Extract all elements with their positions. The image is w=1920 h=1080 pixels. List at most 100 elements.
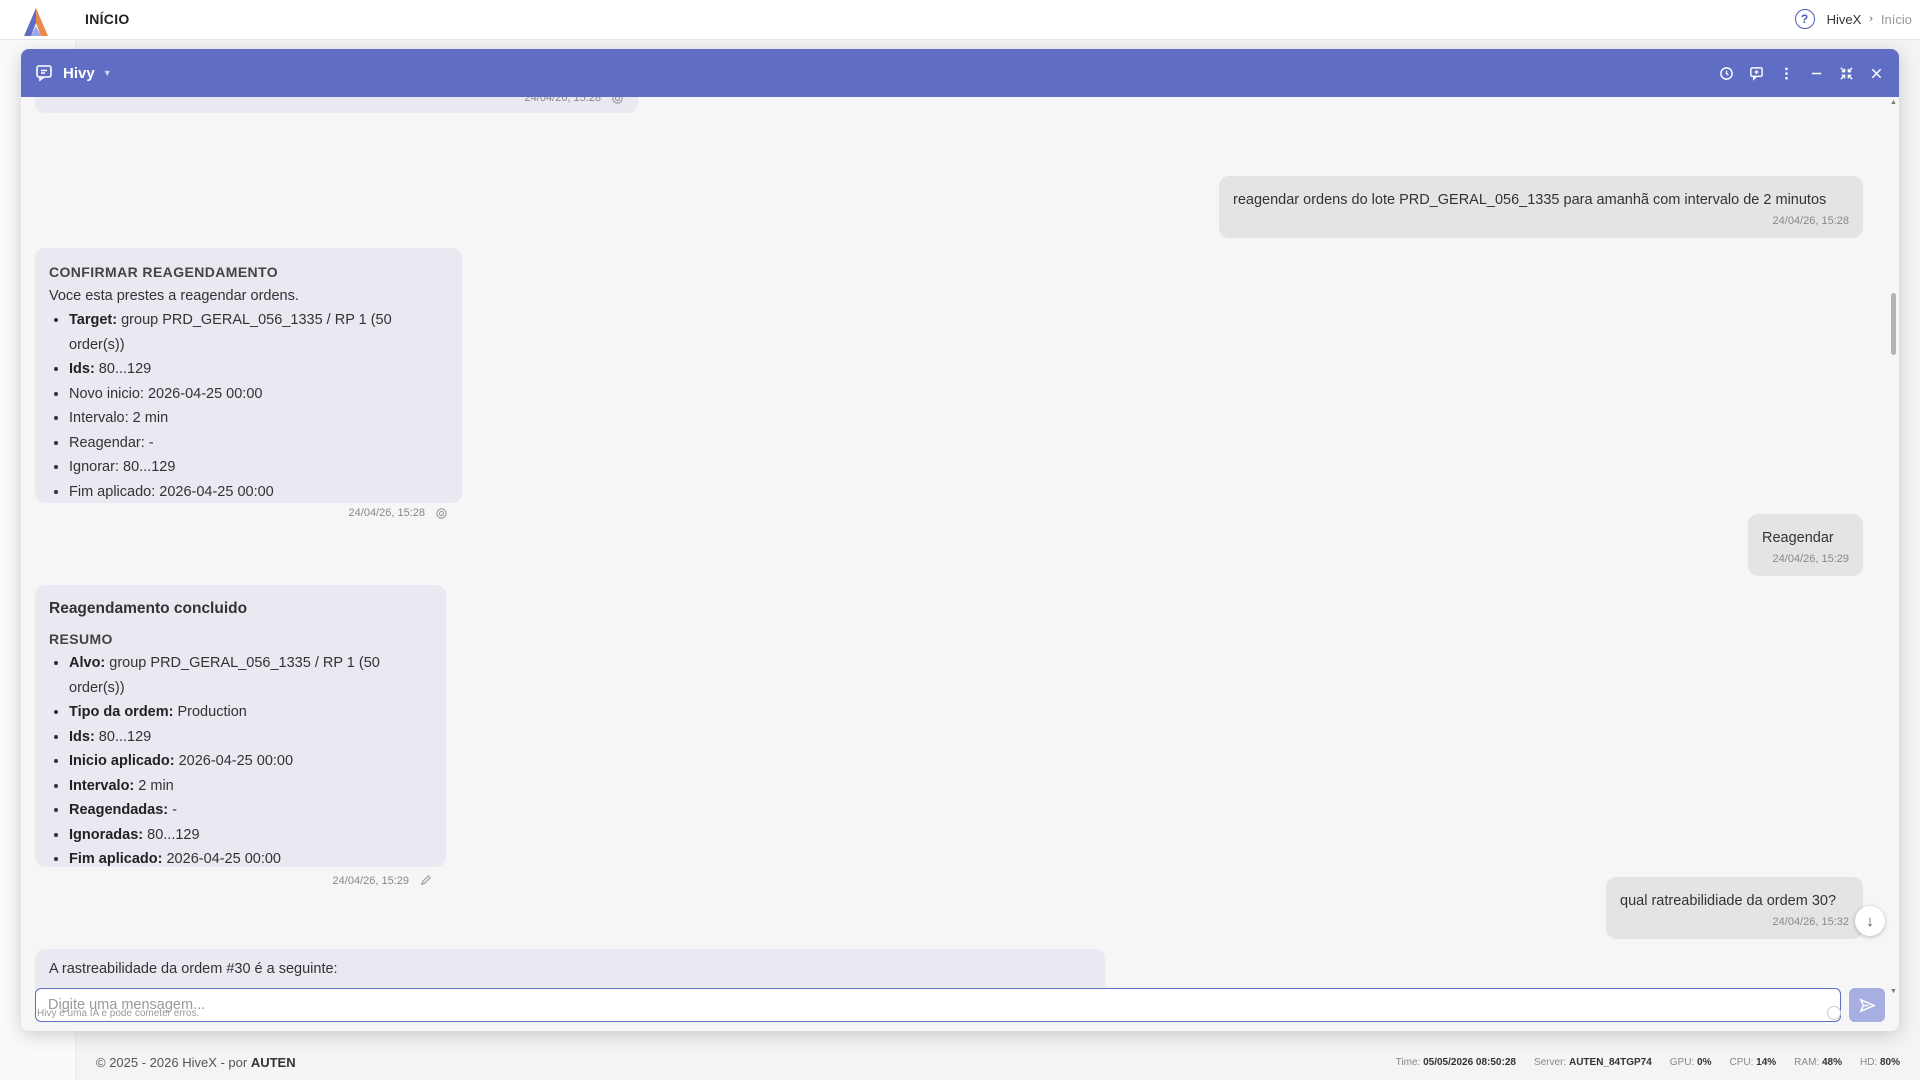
- scrollbar[interactable]: ▲ ▼: [1887, 97, 1899, 997]
- item-label: Fim aplicado:: [69, 851, 163, 867]
- message-heading: RESUMO: [49, 631, 113, 647]
- list-item: Novo inicio: 2026-04-25 00:00: [69, 382, 448, 407]
- user-message: Reagendar 24/04/26, 15:29: [1748, 514, 1863, 576]
- send-button[interactable]: [1849, 988, 1885, 1022]
- breadcrumb: ? HiveX › Início: [1794, 9, 1912, 29]
- breadcrumb-separator: ›: [1869, 13, 1873, 25]
- close-button[interactable]: [1867, 64, 1885, 82]
- scroll-down-icon[interactable]: ▼: [1890, 988, 1897, 995]
- stat-value: 0%: [1697, 1056, 1712, 1068]
- composer: [21, 988, 1899, 1031]
- confirm-list: Target: group PRD_GERAL_056_1335 / RP 1 …: [49, 308, 448, 504]
- item-label: Ignoradas:: [69, 826, 144, 843]
- new-chat-icon: [1749, 66, 1763, 81]
- edit-icon[interactable]: [419, 874, 432, 887]
- item-label: Alvo:: [69, 655, 106, 671]
- scroll-to-bottom-button[interactable]: ↓: [1855, 906, 1885, 936]
- item-value: Ignorar: 80...129: [69, 459, 176, 475]
- item-value: 2 min: [134, 777, 174, 794]
- item-value: Production: [173, 704, 247, 720]
- item-value: Reagendar: -: [69, 434, 154, 451]
- gear-icon[interactable]: [611, 97, 624, 105]
- breadcrumb-current: Início: [1880, 11, 1912, 27]
- message-heading: CONFIRMAR REAGENDAMENTO: [49, 264, 279, 280]
- help-icon[interactable]: ?: [1794, 9, 1815, 29]
- item-value: 80...129: [94, 728, 152, 745]
- item-value: 2026-04-25 00:00: [162, 851, 281, 867]
- list-item: Intervalo: 2 min: [69, 774, 432, 799]
- item-value: 2026-04-25 00:00: [174, 753, 294, 769]
- list-item: Reagendar: -: [69, 431, 448, 456]
- bot-message: 24/04/26, 15:28: [35, 97, 638, 113]
- hivex-logo[interactable]: [20, 6, 52, 38]
- history-button[interactable]: [1717, 64, 1735, 82]
- message-text: Reagendar: [1762, 530, 1834, 546]
- more-options-button[interactable]: [1777, 64, 1795, 82]
- close-icon: [1871, 68, 1881, 78]
- help-label: ?: [1800, 12, 1809, 26]
- minimize-button[interactable]: [1807, 64, 1825, 82]
- top-bar: INÍCIO ? HiveX › Início: [0, 0, 1920, 40]
- message-text: qual ratreabilidiade da ordem 30?: [1620, 893, 1837, 909]
- footer-brand: AUTEN: [250, 1054, 296, 1070]
- item-value: group PRD_GERAL_056_1335 / RP 1 (50 orde…: [69, 655, 380, 696]
- stat-value: 05/05/2026 08:50:28: [1423, 1056, 1516, 1068]
- message-list[interactable]: 24/04/26, 15:28 reagendar ordens do lote…: [21, 97, 1887, 997]
- message-time: 24/04/26, 15:28: [1233, 214, 1849, 228]
- item-value: 80...129: [94, 361, 152, 377]
- list-item: Reagendadas: -: [69, 798, 432, 823]
- collapse-button[interactable]: [1837, 64, 1855, 82]
- footer: © 2025 - 2026 HiveX - por AUTEN Time: 05…: [76, 1044, 1920, 1080]
- stat-label: CPU:: [1729, 1056, 1754, 1068]
- item-value: -: [168, 802, 177, 818]
- list-item: Alvo: group PRD_GERAL_056_1335 / RP 1 (5…: [69, 651, 432, 700]
- message-text: A rastreabilidade da ordem #30 é a segui…: [49, 961, 338, 977]
- message-time: 24/04/26, 15:28: [49, 506, 448, 520]
- item-label: Reagendadas:: [69, 802, 169, 818]
- gear-icon[interactable]: [435, 507, 448, 520]
- bot-message-result: Reagendamento concluido RESUMO Alvo: gro…: [35, 585, 446, 887]
- stat-server: Server: AUTEN_84TGP74: [1534, 1057, 1652, 1068]
- list-item: Inicio aplicado: 2026-04-25 00:00: [69, 749, 432, 774]
- stat-label: GPU:: [1669, 1056, 1695, 1068]
- item-value: group PRD_GERAL_056_1335 / RP 1 (50 orde…: [69, 312, 392, 353]
- stat-label: HD:: [1859, 1056, 1878, 1068]
- arrow-down-icon: ↓: [1866, 912, 1874, 930]
- status-indicator-icon: [1827, 1006, 1841, 1020]
- list-item: Ids: 80...129: [69, 357, 448, 382]
- footer-copyright: © 2025 - 2026 HiveX - por AUTEN: [96, 1055, 296, 1070]
- bot-message-confirm: CONFIRMAR REAGENDAMENTO Voce esta preste…: [35, 248, 462, 519]
- stat-label: RAM:: [1794, 1056, 1820, 1068]
- item-label: Target:: [69, 312, 118, 328]
- send-icon: [1858, 997, 1876, 1013]
- message-time: 24/04/26, 15:29: [49, 874, 432, 888]
- new-chat-button[interactable]: [1747, 64, 1765, 82]
- system-stats: Time: 05/05/2026 08:50:28 Server: AUTEN_…: [1396, 1057, 1900, 1068]
- chevron-down-icon[interactable]: ▼: [103, 68, 112, 78]
- more-vertical-icon: [1784, 67, 1788, 79]
- scroll-thumb[interactable]: [1891, 293, 1896, 355]
- message-title: Reagendamento concluido: [49, 600, 248, 617]
- chat-title[interactable]: Hivy: [63, 65, 95, 82]
- item-label: Intervalo:: [69, 777, 135, 794]
- list-item: Fim aplicado: 2026-04-25 00:00: [69, 847, 432, 872]
- chat-header: Hivy ▼: [21, 49, 1899, 97]
- message-text: reagendar ordens do lote PRD_GERAL_056_1…: [1233, 192, 1827, 208]
- stat-value: 80%: [1879, 1056, 1900, 1068]
- message-time: 24/04/26, 15:32: [1620, 915, 1849, 929]
- stat-cpu: CPU: 14%: [1729, 1057, 1776, 1068]
- message-intro: Voce esta prestes a reagendar ordens.: [49, 288, 299, 304]
- timestamp: 24/04/26, 15:28: [1772, 215, 1849, 227]
- ai-disclaimer: Hivy é uma IA e pode cometer erros.: [37, 1008, 200, 1019]
- message-input[interactable]: [35, 988, 1841, 1022]
- item-label: Tipo da ordem:: [69, 704, 174, 720]
- timestamp: 24/04/26, 15:28: [348, 507, 425, 519]
- scroll-up-icon[interactable]: ▲: [1890, 99, 1897, 106]
- chat-dialog: Hivy ▼ 24/04/26, 15:28 reagendar ordens …: [21, 49, 1899, 1031]
- minimize-icon: [1811, 72, 1821, 74]
- stat-ram: RAM: 48%: [1794, 1057, 1842, 1068]
- user-message: reagendar ordens do lote PRD_GERAL_056_1…: [1219, 176, 1863, 238]
- item-label: Ids:: [69, 361, 95, 377]
- breadcrumb-root[interactable]: HiveX: [1827, 12, 1862, 27]
- user-message: qual ratreabilidiade da ordem 30? 24/04/…: [1606, 877, 1863, 939]
